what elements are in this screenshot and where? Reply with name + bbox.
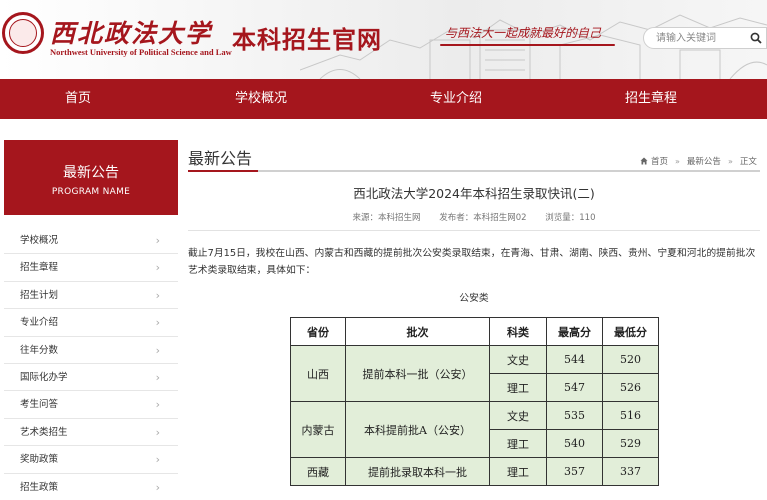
max-score-cell: 547 [546,373,603,402]
chevron-right-icon: › [155,480,160,494]
batch-cell: 提前批录取本科一批 [345,457,490,486]
max-score-cell: 540 [546,429,603,458]
table-header-cell: 最低分 [602,317,659,346]
breadcrumb-current: 正文 [739,157,757,167]
nav-item-home[interactable]: 首页 [18,79,138,119]
chevron-right-icon: › [155,261,160,275]
breadcrumb-home[interactable]: 首页 [651,155,668,167]
max-score-cell: 357 [546,457,603,486]
search-input[interactable] [644,28,744,48]
table-header-cell: 省份 [290,317,346,346]
min-score-cell: 520 [602,345,659,374]
sidebar-menu: 学校概况 › 招生章程 › 招生计划 › 专业介绍 › 往年分数 › 国际化办学 › 考生问… [4,227,178,500]
table-row: 西藏 提前批录取本科一批 理工 357 337 [290,457,659,486]
sidebar-item-arts[interactable]: 艺术类招生 › [4,419,178,447]
slogan-underline [440,44,615,46]
min-score-cell: 526 [602,373,659,402]
sidebar-item-label: 招生政策 [20,481,59,493]
province-cell: 山西 [290,345,346,402]
nav-item-charter[interactable]: 招生章程 [591,79,711,119]
chevron-right-icon: › [155,316,160,330]
subject-cell: 理工 [489,373,547,402]
chevron-right-icon: › [155,398,160,412]
batch-cell: 本科提前批A（公安） [345,401,490,458]
max-score-cell: 535 [546,401,603,430]
breadcrumb-section[interactable]: 最新公告 [687,155,721,167]
sidebar-item-policy[interactable]: 招生政策 › [4,474,178,500]
section-title: 最新公告 [188,149,253,168]
main-nav: 首页 学校概况 专业介绍 招生章程 [0,79,767,119]
meta-divider [188,230,760,231]
sidebar-item-past-scores[interactable]: 往年分数 › [4,337,178,364]
chevron-right-icon: › [155,288,160,302]
table-header-cell: 科类 [489,317,547,346]
breadcrumb: 首页 » 最新公告 » 正文 [640,155,757,167]
chevron-right-icon: › [155,425,160,439]
subject-cell: 理工 [489,457,547,486]
table-row: 内蒙古 本科提前批A（公安） 文史 535 516 [290,401,659,458]
sidebar-header: 最新公告 PROGRAM NAME [4,140,178,215]
table-header-row: 省份 批次 科类 最高分 最低分 [290,317,659,346]
meta-views: 浏览量：110 [545,213,596,223]
university-name-en: Northwest University of Political Scienc… [50,47,232,57]
article-paragraph: 截止7月15日，我校在山西、内蒙古和西藏的提前批次公安类录取结束，在青海、甘肃、… [188,248,756,276]
sidebar-item-label: 招生章程 [20,262,59,274]
sidebar-item-label: 国际化办学 [20,371,68,383]
sidebar-item-label: 考生问答 [20,399,59,411]
sidebar-item-label: 招生计划 [20,289,59,301]
subject-cell: 理工 [489,429,547,458]
breadcrumb-separator: » [675,156,680,166]
province-cell: 内蒙古 [290,401,346,458]
sidebar-item-label: 奖助政策 [20,454,59,466]
chevron-right-icon: › [155,234,160,247]
sidebar-item-label: 往年分数 [20,344,59,356]
section-divider-accent [188,170,258,172]
meta-source: 来源：本科招生网 [352,213,421,223]
batch-cell: 提前本科一批（公安） [345,345,490,402]
sidebar-item-aid[interactable]: 奖助政策 › [4,446,178,474]
university-name-cn[interactable]: 西北政法大学 [50,14,212,50]
sidebar-item-label: 专业介绍 [20,317,59,329]
subject-cell: 文史 [489,401,547,430]
site-title: 本科招生官网 [232,26,382,54]
search-box [643,27,767,49]
province-cell: 西藏 [290,457,346,486]
admission-scores-table: 省份 批次 科类 最高分 最低分 山西 提前本科一批（公安） 文史 544 52… [290,317,659,486]
sidebar-item-charter[interactable]: 招生章程 › [4,254,178,282]
section-divider [188,170,760,172]
site-header: 西北政法大学 Northwest University of Political… [0,0,767,79]
chevron-right-icon: › [155,453,160,467]
sidebar-item-international[interactable]: 国际化办学 › [4,364,178,392]
article-title: 西北政法大学2024年本科招生录取快讯(二) [353,186,595,201]
home-icon [640,157,648,165]
sidebar-item-faq[interactable]: 考生问答 › [4,391,178,419]
slogan: 与西法大一起成就最好的自己 [445,26,602,40]
table-caption: 公安类 [459,293,489,304]
chevron-right-icon: › [155,343,160,357]
breadcrumb-separator: » [727,156,733,166]
subject-cell: 文史 [489,345,547,374]
table-header-cell: 批次 [345,317,490,346]
min-score-cell: 529 [602,429,659,458]
nav-item-majors[interactable]: 专业介绍 [396,79,516,119]
min-score-cell: 337 [602,457,659,486]
sidebar-item-majors[interactable]: 专业介绍 › [4,309,178,337]
sidebar-item-plan[interactable]: 招生计划 › [4,282,178,310]
max-score-cell: 544 [546,345,603,374]
university-seal-logo[interactable] [2,12,44,54]
meta-publisher: 发布者：本科招生网02 [439,213,527,223]
sidebar: 最新公告 PROGRAM NAME 学校概况 › 招生章程 › 招生计划 › 专业介绍… [4,140,178,500]
sidebar-subtitle: PROGRAM NAME [51,187,131,197]
article-meta: 来源：本科招生网 发布者：本科招生网02 浏览量：110 [188,211,760,223]
sidebar-item-about[interactable]: 学校概况 › [4,227,178,255]
nav-item-about[interactable]: 学校概况 [201,79,321,119]
min-score-cell: 516 [602,401,659,430]
sidebar-item-label: 学校概况 [20,235,59,246]
sidebar-title: 最新公告 [63,165,119,181]
sidebar-item-label: 艺术类招生 [20,426,68,438]
table-row: 山西 提前本科一批（公安） 文史 544 520 [290,345,659,402]
chevron-right-icon: › [155,370,160,384]
table-header-cell: 最高分 [546,317,603,346]
search-icon[interactable] [750,32,762,44]
